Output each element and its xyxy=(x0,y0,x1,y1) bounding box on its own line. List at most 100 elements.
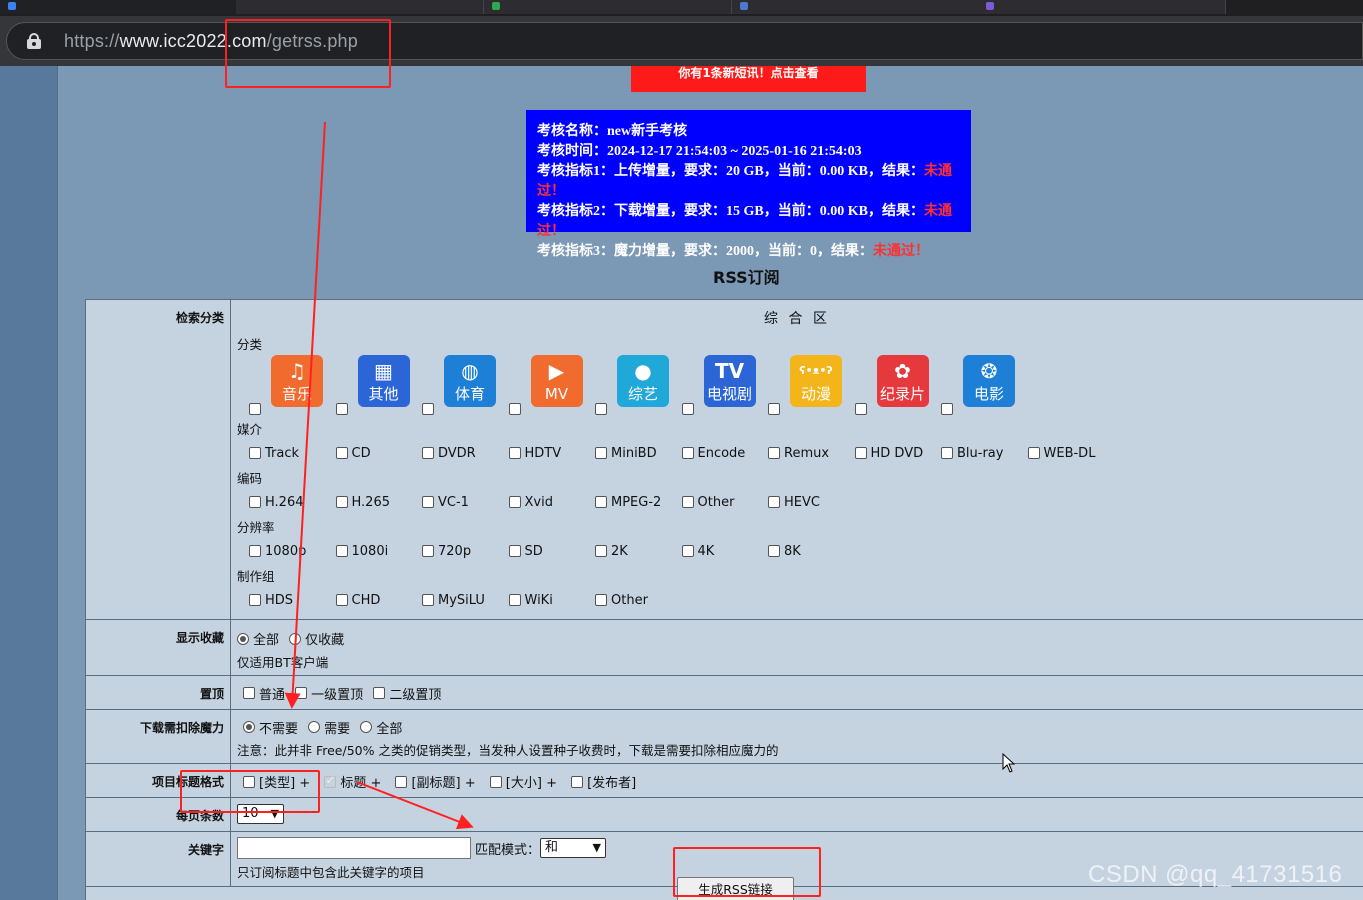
tab-favicon-icon xyxy=(492,2,500,10)
medium-checkbox[interactable]: HD DVD xyxy=(843,446,930,461)
category-checkbox[interactable] xyxy=(854,403,867,415)
codec-checkbox[interactable]: Other xyxy=(670,495,757,510)
new-message-notice[interactable]: 你有1条新短讯！点击查看 xyxy=(631,66,866,92)
resolution-checkbox[interactable]: 8K xyxy=(756,544,843,559)
favorites-label: 显示收藏 xyxy=(85,619,231,676)
tab-favicon-icon xyxy=(8,2,16,10)
category-item[interactable]: ▦ 其他 xyxy=(324,355,411,417)
lock-icon[interactable] xyxy=(27,33,41,49)
medium-checkbox[interactable]: HDTV xyxy=(497,446,584,461)
category-checkbox[interactable] xyxy=(681,403,694,415)
magic-yes-radio[interactable]: 需要 xyxy=(308,718,350,737)
resolution-checkbox[interactable]: 4K xyxy=(670,544,757,559)
codec-checkbox[interactable]: MPEG-2 xyxy=(583,495,670,510)
category-icons: ♫ 音乐 ▦ 其他 ◍ 体育 ▶ MV ● 综艺 TV 电视剧 ʕ•ᴥ•ʔ 动漫 ✿ 纪录片 ❂ 电影 xyxy=(237,355,1357,417)
medium-checkbox[interactable]: Track xyxy=(237,446,324,461)
magic-all-radio[interactable]: 全部 xyxy=(360,718,402,737)
medium-options: Track CD DVDR HDTV MiniBD Encode Remux HD DVD Bl… xyxy=(237,440,1357,466)
resolution-checkbox[interactable]: 1080p xyxy=(237,544,324,559)
medium-checkbox[interactable]: MiniBD xyxy=(583,446,670,461)
favorites-note: 仅适用BT客户端 xyxy=(237,654,329,670)
format-uploader-checkbox[interactable]: [发布者] xyxy=(567,772,636,791)
sub-heading-team: 制作组 xyxy=(237,569,275,584)
category-checkbox[interactable] xyxy=(508,403,521,415)
address-bar[interactable]: https://www.icc2022.com/getrss.php xyxy=(6,22,1363,60)
resolution-checkbox[interactable]: 720p xyxy=(410,544,497,559)
medium-checkbox[interactable]: WEB-DL xyxy=(1016,446,1103,461)
bear-face-icon[interactable]: ʕ•ᴥ•ʔ 动漫 xyxy=(790,355,842,407)
category-item[interactable]: ◍ 体育 xyxy=(410,355,497,417)
resolution-checkbox[interactable]: 2K xyxy=(583,544,670,559)
team-checkbox[interactable]: WiKi xyxy=(497,593,584,608)
category-item[interactable]: TV 电视剧 xyxy=(670,355,757,417)
category-checkbox[interactable] xyxy=(335,403,348,415)
favorites-row: 显示收藏 全部 仅收藏 仅适用BT客户端 xyxy=(85,619,1363,676)
magic-note: 注意：此并非 Free/50% 之类的促销类型，当发种人设置种子收费时，下载是需… xyxy=(237,743,779,758)
basketball-icon[interactable]: ◍ 体育 xyxy=(444,355,496,407)
match-mode-select[interactable]: 和 ▼ xyxy=(540,838,607,858)
magic-no-radio[interactable]: 不需要 xyxy=(243,718,298,737)
format-size-checkbox[interactable]: [大小] + xyxy=(486,772,557,791)
codec-checkbox[interactable]: H.264 xyxy=(237,495,324,510)
favorites-only-radio[interactable]: 仅收藏 xyxy=(289,629,344,648)
browser-tab[interactable] xyxy=(732,0,980,14)
codec-checkbox[interactable]: H.265 xyxy=(324,495,411,510)
category-item[interactable]: ❂ 电影 xyxy=(929,355,1016,417)
category-checkbox[interactable] xyxy=(249,403,261,415)
category-checkbox[interactable] xyxy=(768,403,780,415)
tab-favicon-icon xyxy=(740,2,748,10)
browser-toolbar: https://www.icc2022.com/getrss.php xyxy=(0,16,1363,66)
sticky-level1-checkbox[interactable]: 一级置顶 xyxy=(295,684,363,703)
browser-tab[interactable] xyxy=(0,0,248,14)
codec-checkbox[interactable]: VC-1 xyxy=(410,495,497,510)
category-item[interactable]: ✿ 纪录片 xyxy=(843,355,930,417)
category-row: 检索分类 综 合 区 分类 ♫ 音乐 ▦ 其他 ◍ 体育 ▶ MV ● 综艺 TV 电视剧 ʕ•ᴥ•ʔ 动… xyxy=(85,299,1363,620)
sticky-row: 置顶 普通 一级置顶 二级置顶 xyxy=(85,674,1363,710)
codec-checkbox[interactable]: HEVC xyxy=(756,495,843,510)
keyword-input[interactable] xyxy=(237,837,471,859)
category-label: 检索分类 xyxy=(85,299,231,620)
video-camera-icon[interactable]: ▶ MV xyxy=(530,355,583,407)
microphone-icon[interactable]: ● 综艺 xyxy=(617,355,669,407)
browser-tab[interactable] xyxy=(978,0,1226,14)
codec-options: H.264 H.265 VC-1 Xvid MPEG-2 Other HEVC xyxy=(237,489,1357,515)
sticky-level2-checkbox[interactable]: 二级置顶 xyxy=(373,684,441,703)
category-item[interactable]: ▶ MV xyxy=(497,355,584,417)
music-note-icon[interactable]: ♫ 音乐 xyxy=(271,355,323,407)
exam-target-2: 考核指标2：下载增量，要求：15 GB，当前：0.00 KB，结果：未通过！ xyxy=(537,204,952,239)
match-mode-label: 匹配模式： xyxy=(475,842,541,858)
medium-checkbox[interactable]: DVDR xyxy=(410,446,497,461)
tv-icon[interactable]: TV 电视剧 xyxy=(703,355,756,407)
category-content: 综 合 区 分类 ♫ 音乐 ▦ 其他 ◍ 体育 ▶ MV ● 综艺 TV 电视剧 ʕ•ᴥ•ʔ 动漫 ✿ 纪录片… xyxy=(230,299,1363,620)
medium-checkbox[interactable]: Remux xyxy=(756,446,843,461)
category-item[interactable]: ʕ•ᴥ•ʔ 动漫 xyxy=(756,355,843,417)
team-checkbox[interactable]: HDS xyxy=(237,593,324,608)
team-checkbox[interactable]: CHD xyxy=(324,593,411,608)
grid-icon[interactable]: ▦ 其他 xyxy=(357,355,410,407)
annotation-box-url xyxy=(225,19,391,88)
resolution-checkbox[interactable]: SD xyxy=(497,544,584,559)
browser-tab[interactable] xyxy=(236,0,484,14)
category-item[interactable]: ● 综艺 xyxy=(583,355,670,417)
resolution-checkbox[interactable]: 1080i xyxy=(324,544,411,559)
category-checkbox[interactable] xyxy=(595,403,607,415)
magic-label: 下载需扣除魔力 xyxy=(85,708,231,764)
page-title: RSS订阅 xyxy=(713,268,780,287)
favorites-all-radio[interactable]: 全部 xyxy=(237,629,279,648)
category-item[interactable]: ♫ 音乐 xyxy=(237,355,324,417)
medium-checkbox[interactable]: CD xyxy=(324,446,411,461)
format-title-checkbox[interactable]: 标题 + xyxy=(320,772,381,791)
browser-tab[interactable] xyxy=(484,0,732,14)
medium-checkbox[interactable]: Blu-ray xyxy=(929,446,1016,461)
team-checkbox[interactable]: MySiLU xyxy=(410,593,497,608)
sticky-normal-checkbox[interactable]: 普通 xyxy=(237,684,285,703)
pinwheel-icon[interactable]: ✿ 纪录片 xyxy=(876,355,929,407)
format-subtitle-checkbox[interactable]: [副标题] + xyxy=(391,772,476,791)
category-checkbox[interactable] xyxy=(941,403,953,415)
team-checkbox[interactable]: Other xyxy=(583,593,670,608)
film-reel-icon[interactable]: ❂ 电影 xyxy=(963,355,1015,407)
category-checkbox[interactable] xyxy=(422,403,434,415)
codec-checkbox[interactable]: Xvid xyxy=(497,495,584,510)
medium-checkbox[interactable]: Encode xyxy=(670,446,757,461)
sub-heading-medium: 媒介 xyxy=(237,422,263,437)
